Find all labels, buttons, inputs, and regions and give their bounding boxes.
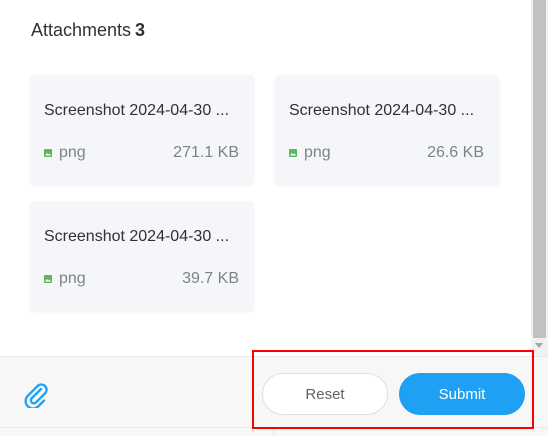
attachment-file-name: Screenshot 2024-04-30 ... xyxy=(44,228,230,245)
vertical-scrollbar[interactable] xyxy=(531,0,548,356)
scroll-down-arrow-icon[interactable] xyxy=(535,343,543,348)
attachment-file-type: png xyxy=(44,270,86,288)
attachment-file-type: png xyxy=(44,144,86,162)
footer-column-divider xyxy=(273,428,274,436)
image-file-icon xyxy=(44,275,52,283)
highlight-box xyxy=(252,350,534,429)
file-type-label: png xyxy=(304,144,331,161)
image-file-icon xyxy=(289,149,297,157)
attachment-panel: Attachments 3 Screenshot 2024-04-30 ... p… xyxy=(0,0,548,436)
attachment-file-name: Screenshot 2024-04-30 ... xyxy=(289,102,475,119)
scrollbar-thumb[interactable] xyxy=(533,0,546,338)
attachments-count: 3 xyxy=(135,20,146,40)
attachment-card[interactable]: Screenshot 2024-04-30 ... png 26.6 KB xyxy=(275,75,499,185)
image-file-icon xyxy=(44,149,52,157)
paperclip-icon[interactable] xyxy=(22,380,48,408)
attachment-file-size: 26.6 KB xyxy=(427,144,484,161)
attachment-file-size: 39.7 KB xyxy=(182,270,239,287)
file-type-label: png xyxy=(59,270,86,287)
file-type-label: png xyxy=(59,144,86,161)
attachment-card[interactable]: Screenshot 2024-04-30 ... png 271.1 KB xyxy=(30,75,254,185)
attachments-title: Attachments xyxy=(31,20,132,40)
attachment-file-size: 271.1 KB xyxy=(173,144,239,161)
attachment-file-name: Screenshot 2024-04-30 ... xyxy=(44,102,230,119)
attachment-card[interactable]: Screenshot 2024-04-30 ... png 39.7 KB xyxy=(30,201,254,311)
attachments-heading: Attachments 3 xyxy=(31,20,145,41)
attachment-file-type: png xyxy=(289,144,331,162)
